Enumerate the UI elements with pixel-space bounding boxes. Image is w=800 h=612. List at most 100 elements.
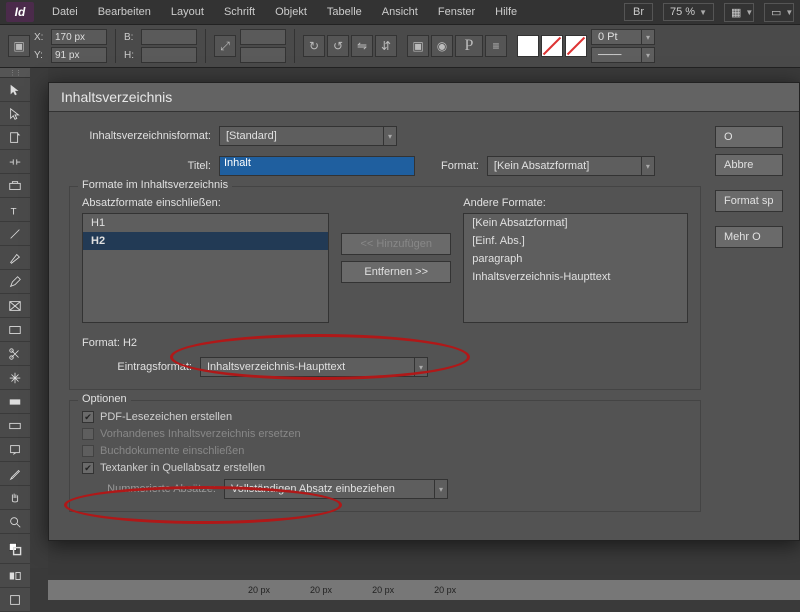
y-input[interactable] (51, 47, 107, 63)
save-format-button[interactable]: Format sp (715, 190, 783, 212)
flip-v-icon[interactable]: ⇵ (375, 35, 397, 57)
eyedropper-tool[interactable] (0, 462, 30, 486)
checkbox-icon (82, 411, 94, 423)
scale-y-input[interactable] (240, 47, 286, 63)
select-container-icon[interactable]: ▣ (407, 35, 429, 57)
selection-tool[interactable] (0, 78, 30, 102)
ruler-tick: 20 px (248, 585, 270, 595)
menu-layout[interactable]: Layout (161, 2, 214, 22)
menu-hilfe[interactable]: Hilfe (485, 2, 527, 22)
free-transform-tool[interactable] (0, 366, 30, 390)
title-para-format-dropdown[interactable]: [Kein Absatzformat] ▾ (487, 156, 655, 176)
remove-button[interactable]: Entfernen >> (341, 261, 451, 283)
svg-text:T: T (11, 206, 17, 217)
gradient-feather-tool[interactable] (0, 414, 30, 438)
opt-pdf-bookmarks[interactable]: PDF-Lesezeichen erstellen (82, 411, 688, 423)
numbered-paragraphs-dropdown[interactable]: Vollständigen Absatz einbeziehen ▾ (224, 479, 448, 499)
menu-fenster[interactable]: Fenster (428, 2, 485, 22)
x-input[interactable] (51, 29, 107, 45)
title-para-format-value: [Kein Absatzformat] (494, 160, 589, 172)
direct-selection-tool[interactable] (0, 102, 30, 126)
pen-tool[interactable] (0, 246, 30, 270)
stroke-weight-dropdown[interactable]: 0 Pt ▾ (591, 29, 655, 45)
stroke-weight-value: 0 Pt (598, 31, 618, 43)
entry-style-dropdown[interactable]: Inhaltsverzeichnis-Haupttext ▾ (200, 357, 428, 377)
ok-button[interactable]: O (715, 126, 783, 148)
note-tool[interactable] (0, 438, 30, 462)
checkbox-label: Vorhandenes Inhaltsverzeichnis ersetzen (100, 428, 301, 440)
rotate-cw-icon[interactable]: ↻ (303, 35, 325, 57)
menu-datei[interactable]: Datei (42, 2, 88, 22)
list-item[interactable]: H1 (83, 214, 328, 232)
checkbox-label: Textanker in Quellabsatz erstellen (100, 462, 265, 474)
paragraph-style-icon[interactable]: P (455, 35, 483, 57)
list-item[interactable]: H2 (83, 232, 328, 250)
fill-swatch[interactable] (517, 35, 539, 57)
page-tool[interactable] (0, 126, 30, 150)
palette-grip[interactable] (0, 68, 30, 78)
chevron-down-icon: ▾ (641, 48, 650, 62)
add-button[interactable]: << Hinzufügen (341, 233, 451, 255)
chevron-down-icon: ▾ (641, 157, 650, 175)
toc-format-value: [Standard] (226, 130, 277, 142)
toc-format-dropdown[interactable]: [Standard] ▾ (219, 126, 397, 146)
y-label: Y: (34, 50, 48, 61)
fill-none-icon[interactable] (565, 35, 587, 57)
title-para-format-label: Format: (441, 160, 479, 172)
type-tool[interactable]: T (0, 198, 30, 222)
rectangle-frame-tool[interactable] (0, 294, 30, 318)
reference-point-icon[interactable]: ▣ (8, 35, 30, 57)
pencil-tool[interactable] (0, 270, 30, 294)
include-styles-listbox[interactable]: H1 H2 (82, 213, 329, 323)
screen-mode-dropdown[interactable]: ▭ ▼ (764, 3, 794, 22)
other-styles-listbox[interactable]: [Kein Absatzformat] [Einf. Abs.] paragra… (463, 213, 688, 323)
h-label: H: (124, 50, 138, 61)
menu-objekt[interactable]: Objekt (265, 2, 317, 22)
menu-schrift[interactable]: Schrift (214, 2, 265, 22)
menu-tabelle[interactable]: Tabelle (317, 2, 372, 22)
cancel-button[interactable]: Abbre (715, 154, 783, 176)
zoom-dropdown[interactable]: 75 % ▼ (663, 3, 714, 21)
hand-tool[interactable] (0, 486, 30, 510)
scale-x-input[interactable] (240, 29, 286, 45)
list-item[interactable]: paragraph (464, 250, 687, 268)
opt-replace-toc: Vorhandenes Inhaltsverzeichnis ersetzen (82, 428, 688, 440)
h-input[interactable] (141, 47, 197, 63)
stroke-none-icon[interactable] (541, 35, 563, 57)
more-options-button[interactable]: Mehr O (715, 226, 783, 248)
zoom-tool[interactable] (0, 510, 30, 534)
scissors-tool[interactable] (0, 342, 30, 366)
select-content-icon[interactable]: ◉ (431, 35, 453, 57)
menu-bearbeiten[interactable]: Bearbeiten (88, 2, 161, 22)
view-mode-normal[interactable] (0, 588, 30, 612)
title-input[interactable]: Inhalt (219, 156, 415, 176)
menu-ansicht[interactable]: Ansicht (372, 2, 428, 22)
checkbox-icon (82, 428, 94, 440)
toc-format-label: Inhaltsverzeichnisformat: (69, 130, 211, 142)
w-input[interactable] (141, 29, 197, 45)
list-item[interactable]: [Kein Absatzformat] (464, 214, 687, 232)
rectangle-tool[interactable] (0, 318, 30, 342)
x-label: X: (34, 32, 48, 43)
list-item[interactable]: Inhaltsverzeichnis-Haupttext (464, 268, 687, 286)
list-item[interactable]: [Einf. Abs.] (464, 232, 687, 250)
ruler-tick: 20 px (372, 585, 394, 595)
content-collector-tool[interactable] (0, 174, 30, 198)
fill-stroke-swatch[interactable] (0, 534, 30, 564)
stroke-style-dropdown[interactable]: ─── ▾ (591, 47, 655, 63)
view-mode-dropdown[interactable]: ▦ ▼ (724, 3, 754, 22)
gap-tool[interactable] (0, 150, 30, 174)
scale-icon[interactable]: ⤢ (214, 35, 236, 57)
text-wrap-icon[interactable]: ≡ (485, 35, 507, 57)
rotate-ccw-icon[interactable]: ↺ (327, 35, 349, 57)
toc-dialog: Inhaltsverzeichnis Inhaltsverzeichnisfor… (48, 82, 800, 541)
flip-h-icon[interactable]: ⇋ (351, 35, 373, 57)
title-label: Titel: (69, 160, 211, 172)
opt-text-anchor[interactable]: Textanker in Quellabsatz erstellen (82, 462, 688, 474)
apply-color-icon[interactable] (0, 564, 30, 588)
bridge-button[interactable]: Br (624, 3, 653, 21)
line-tool[interactable] (0, 222, 30, 246)
screen-icon: ▭ (771, 6, 781, 19)
checkbox-icon (82, 462, 94, 474)
gradient-swatch-tool[interactable] (0, 390, 30, 414)
